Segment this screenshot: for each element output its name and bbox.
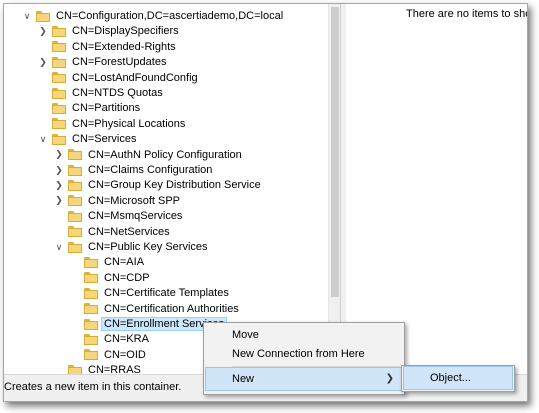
folder-icon — [52, 102, 66, 114]
tree-node[interactable]: ❯CN=LostAndFoundConfig — [38, 70, 200, 86]
folder-icon — [68, 179, 82, 191]
folder-icon — [84, 349, 98, 361]
folder-icon — [52, 56, 66, 68]
tree-node-label: CN=Public Key Services — [88, 241, 208, 253]
folder-icon — [52, 133, 66, 145]
tree-node[interactable]: ❯ CN=ForestUpdates — [38, 54, 168, 70]
tree-node[interactable]: ∨ CN=Configuration,DC=ascertiademo,DC=loc… — [22, 8, 285, 24]
folder-icon — [52, 87, 66, 99]
tree-node-label: CN=Group Key Distribution Service — [88, 179, 261, 192]
tree-node-label: CN=AIA — [104, 256, 145, 269]
chevron-down-icon[interactable]: ∨ — [22, 8, 32, 24]
tree-node-label: CN=CDP — [104, 271, 150, 284]
folder-icon — [52, 118, 66, 130]
tree-node[interactable]: ❯CN=Extended-Rights — [38, 39, 178, 55]
details-pane[interactable]: There are no items to show — [346, 4, 527, 374]
tree-node[interactable]: ❯CN=CDP — [70, 270, 152, 286]
empty-list-message: There are no items to show — [406, 8, 527, 20]
folder-icon — [84, 303, 98, 315]
chevron-right-icon[interactable]: ❯ — [54, 147, 64, 163]
folder-icon — [84, 256, 98, 268]
tree-pane[interactable]: ∨ CN=Configuration,DC=ascertiademo,DC=loc… — [4, 4, 328, 374]
folder-icon — [52, 25, 66, 37]
folder-icon — [52, 72, 66, 84]
tree-node-label: CN=Microsoft SPP — [88, 194, 180, 207]
tree-node-label: CN=AuthN Policy Configuration — [88, 148, 242, 161]
tree-node[interactable]: ❯ CN=DisplaySpecifiers — [38, 23, 181, 39]
tree-node[interactable]: ❯CN=NTDS Quotas — [38, 85, 165, 101]
tree-node-label: CN=RRAS — [88, 364, 141, 374]
chevron-right-icon[interactable]: ❯ — [54, 162, 64, 178]
folder-icon — [52, 41, 66, 53]
tree-node-label: CN=MsmqServices — [88, 210, 183, 223]
folder-icon — [68, 210, 82, 222]
tree-node[interactable]: ❯CN=Physical Locations — [38, 116, 187, 132]
menu-item-new-label: New — [232, 373, 255, 385]
scrollbar-thumb[interactable] — [331, 7, 339, 297]
tree-node-label: CN=Services — [72, 133, 137, 146]
menu-item-new[interactable]: New ❯ — [205, 367, 403, 391]
chevron-right-icon[interactable]: ❯ — [54, 177, 64, 193]
tree-node[interactable]: ∨ CN=Public Key Services — [54, 239, 210, 255]
folder-icon — [68, 164, 82, 176]
tree-node-label: CN=Claims Configuration — [88, 164, 213, 176]
tree-node-label: CN=NetServices — [88, 225, 170, 238]
status-text: Creates a new item in this container. — [4, 381, 182, 393]
folder-icon — [84, 287, 98, 299]
folder-icon — [68, 149, 82, 161]
chevron-right-icon[interactable]: ❯ — [54, 193, 64, 209]
tree-node[interactable]: ❯CN=Certification Authorities — [70, 301, 241, 317]
submenu-item-object[interactable]: Object... — [403, 366, 513, 390]
tree-node[interactable]: ❯CN=OID — [70, 347, 148, 363]
tree-node-label: CN=KRA — [104, 333, 149, 346]
folder-icon — [84, 272, 98, 284]
folder-icon — [68, 195, 82, 207]
tree-node-label: CN=ForestUpdates — [72, 56, 167, 69]
tree-node-label: CN=Extended-Rights — [72, 40, 176, 53]
menu-separator — [232, 366, 400, 367]
tree-node[interactable]: ❯CN=NetServices — [54, 224, 172, 240]
tree-node-label: CN=Physical Locations — [72, 117, 186, 130]
new-submenu: Object... — [401, 365, 515, 392]
tree-node[interactable]: ❯ CN=Claims Configuration — [54, 162, 214, 178]
folder-icon — [84, 333, 98, 345]
tree-node[interactable]: ❯CN=KRA — [70, 331, 151, 347]
tree-node[interactable]: ∨ CN=Services — [38, 131, 139, 147]
tree-node-label: CN=Certificate Templates — [104, 287, 229, 300]
tree-node-label: CN=LostAndFoundConfig — [72, 71, 198, 84]
folder-icon — [68, 226, 82, 238]
tree-node-label: CN=Certification Authorities — [104, 302, 239, 315]
tree-node[interactable]: ❯ CN=AuthN Policy Configuration — [54, 147, 244, 163]
folder-icon — [84, 318, 98, 330]
tree-node-label: CN=Partitions — [72, 102, 141, 115]
tree-node[interactable]: ❯CN=Certificate Templates — [70, 285, 231, 301]
tree-node-label: CN=NTDS Quotas — [72, 87, 163, 99]
menu-item-move-label: Move — [232, 329, 259, 341]
submenu-chevron-right-icon: ❯ — [385, 373, 394, 384]
menu-item-new-connection-label: New Connection from Here — [232, 348, 365, 360]
tree-node[interactable]: ❯CN=MsmqServices — [54, 208, 184, 224]
chevron-down-icon[interactable]: ∨ — [54, 239, 64, 255]
tree-node-label: CN=Configuration,DC=ascertiademo,DC=loca… — [56, 10, 284, 22]
chevron-down-icon[interactable]: ∨ — [38, 131, 48, 147]
tree-node[interactable]: ❯CN=Partitions — [38, 100, 142, 116]
context-menu: Move New Connection from Here New ❯ — [203, 322, 405, 395]
chevron-right-icon[interactable]: ❯ — [38, 54, 48, 70]
folder-icon — [68, 241, 82, 253]
menu-item-new-connection[interactable]: New Connection from Here — [206, 343, 402, 365]
folder-icon — [36, 10, 50, 22]
tree-node-label: CN=DisplaySpecifiers — [72, 25, 179, 38]
tree-node[interactable]: ❯ CN=Microsoft SPP — [54, 193, 182, 209]
chevron-right-icon[interactable]: ❯ — [38, 23, 48, 39]
tree-node[interactable]: ❯ CN=Group Key Distribution Service — [54, 177, 263, 193]
submenu-item-object-label: Object... — [430, 372, 471, 384]
tree-node-label: CN=OID — [104, 348, 146, 361]
tree-node[interactable]: ❯CN=AIA — [70, 254, 146, 270]
tree-node[interactable]: ❯CN=RRAS — [54, 362, 143, 374]
folder-icon — [68, 364, 82, 374]
